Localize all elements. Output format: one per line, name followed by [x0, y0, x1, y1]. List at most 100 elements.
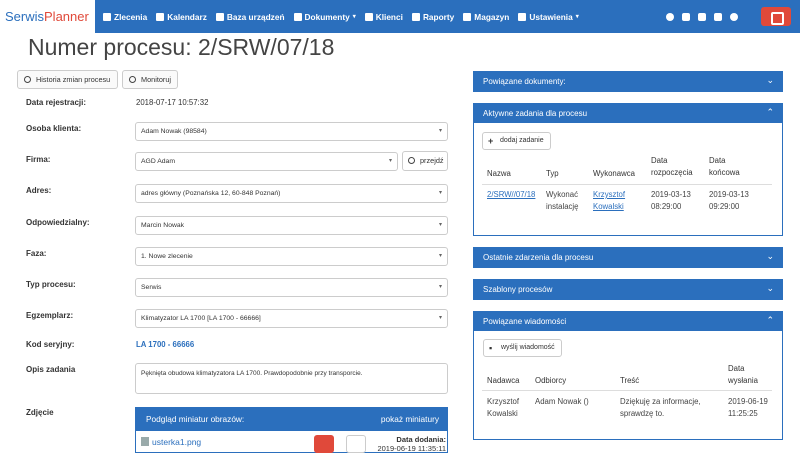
- nav-item-raporty[interactable]: Raporty: [411, 12, 454, 22]
- nav-label: Ustawienia: [529, 11, 573, 22]
- chevron-down-icon: ▾: [438, 315, 442, 321]
- chevron-down-icon: ▾: [388, 158, 392, 164]
- column-header-sent-date: Data wysłania: [728, 364, 758, 385]
- nav-label: Magazyn: [474, 11, 510, 22]
- panel-title: Aktywne zadania dla procesu: [483, 109, 588, 118]
- panel-title: Ostatnie zdarzenia dla procesu: [483, 253, 594, 262]
- chevron-down-icon: ▾: [575, 14, 579, 20]
- column-header-recipients: Odbiorcy: [535, 376, 567, 385]
- chat-icon[interactable]: [682, 12, 690, 21]
- registration-label: Data rejestracji:: [26, 98, 87, 107]
- gear-icon: [518, 12, 527, 21]
- clipboard-icon[interactable]: [698, 12, 706, 21]
- chevron-down-icon: ⌄: [766, 75, 774, 85]
- client-person-select[interactable]: Adam Nowak (98584) ▾: [135, 122, 448, 141]
- nav-item-dokumenty[interactable]: Dokumenty ▾: [293, 11, 356, 22]
- panel-title: Powiązane dokumenty:: [483, 77, 566, 86]
- item-select[interactable]: Klimatyzator LA 1700 [LA 1700 - 66666] ▾: [135, 309, 448, 328]
- main-menu: Zlecenia Kalendarz Baza urządzeń Dokumen…: [103, 0, 588, 33]
- thumbnail-header-title: Podgląd miniatur obrazów:: [146, 414, 245, 424]
- item-value: Klimatyzator LA 1700 [LA 1700 - 66666]: [141, 315, 261, 322]
- task-end: 2019-03-13 09:29:00: [709, 189, 749, 213]
- download-attachment-button[interactable]: [346, 435, 366, 453]
- calendar-icon: [156, 12, 165, 21]
- recent-events-header[interactable]: Ostatnie zdarzenia dla procesu ⌄: [474, 248, 782, 267]
- process-templates-header[interactable]: Szablony procesów ⌄: [474, 280, 782, 299]
- task-end-time: 09:29:00: [709, 202, 740, 211]
- task-start: 2019-03-13 08:29:00: [651, 189, 691, 213]
- brand-name-part2: Planner: [44, 9, 89, 24]
- warehouse-icon: [463, 12, 472, 21]
- search-icon[interactable]: [666, 12, 674, 21]
- send-message-button[interactable]: ▪ wyślij wiadomość: [483, 339, 562, 357]
- address-select[interactable]: adres główny (Poznańska 12, 60-848 Pozna…: [135, 184, 448, 203]
- related-documents-panel: Powiązane dokumenty: ⌄: [473, 71, 783, 92]
- nav-label: Kalendarz: [167, 11, 207, 22]
- nav-label: Zlecenia: [114, 11, 148, 22]
- brand-name-part1: Serwis: [5, 9, 45, 24]
- task-desc-textarea[interactable]: Pęknięta obudowa klimatyzatora LA 1700. …: [135, 363, 448, 394]
- photo-label: Zdjęcie: [26, 408, 54, 417]
- show-thumbnails-link[interactable]: pokaż miniatury: [381, 408, 439, 431]
- responsible-label: Odpowiedzialny:: [26, 218, 90, 227]
- nav-label: Dokumenty: [304, 11, 350, 22]
- nav-item-baza-urzadzen[interactable]: Baza urządzeń: [215, 12, 285, 22]
- nav-item-ustawienia[interactable]: Ustawienia ▾: [518, 11, 579, 22]
- client-person-label: Osoba klienta:: [26, 124, 82, 133]
- delete-attachment-button[interactable]: [314, 435, 334, 453]
- list-icon: [103, 12, 111, 21]
- eye-icon: [129, 76, 136, 83]
- watch-button[interactable]: Monitoruj: [122, 70, 178, 89]
- task-start-date: 2019-03-13: [651, 190, 691, 199]
- message-recipients: Adam Nowak (): [535, 397, 589, 406]
- company-select[interactable]: AGD Adam ▾: [135, 152, 398, 171]
- history-icon: [24, 76, 31, 83]
- task-assignee[interactable]: Krzysztof Kowalski: [593, 190, 625, 211]
- attachment-link[interactable]: usterka1.png: [141, 437, 201, 447]
- task-start-time: 08:29:00: [651, 202, 682, 211]
- nav-label: Klienci: [375, 11, 403, 22]
- nav-item-klienci[interactable]: Klienci: [364, 11, 403, 22]
- history-button-label: Historia zmian procesu: [36, 75, 111, 84]
- table-divider: [482, 184, 772, 185]
- phase-select[interactable]: 1. Nowe zlecenie ▾: [135, 247, 448, 266]
- search-icon: [408, 157, 415, 164]
- client-person-value: Adam Nowak (98584): [141, 128, 207, 135]
- process-type-label: Typ procesu:: [26, 280, 76, 289]
- brand-logo[interactable]: SerwisPlanner: [0, 0, 95, 33]
- message-content: Dziękuję za informacje, sprawdzę to.: [620, 397, 701, 418]
- chat-icon: ▪: [489, 343, 493, 353]
- chevron-down-icon: ▾: [438, 284, 442, 290]
- chevron-down-icon: ▾: [352, 14, 356, 20]
- task-assignee-link[interactable]: Krzysztof Kowalski: [593, 189, 641, 213]
- nav-item-zlecenia[interactable]: Zlecenia: [103, 12, 147, 22]
- task-name[interactable]: 2/SRW//07/18: [487, 190, 535, 199]
- panel-title: Szablony procesów: [483, 285, 553, 294]
- add-task-label: dodaj zadanie: [500, 137, 544, 144]
- goto-company-button[interactable]: przejdź: [402, 151, 448, 171]
- company-label: Firma:: [26, 155, 51, 164]
- chevron-down-icon: ⌄: [766, 283, 774, 293]
- goto-label: przejdź: [420, 156, 444, 165]
- responsible-select[interactable]: Marcin Nowak ▾: [135, 216, 448, 235]
- related-messages-header[interactable]: Powiązane wiadomości ⌃: [474, 312, 782, 331]
- related-documents-header[interactable]: Powiązane dokumenty: ⌄: [474, 72, 782, 91]
- address-value: adres główny (Poznańska 12, 60-848 Pozna…: [141, 190, 281, 197]
- nav-utility-icons: [666, 0, 746, 33]
- recent-events-panel: Ostatnie zdarzenia dla procesu ⌄: [473, 247, 783, 268]
- active-tasks-header[interactable]: Aktywne zadania dla procesu ⌃: [474, 104, 782, 123]
- notifications-icon[interactable]: [714, 12, 722, 21]
- serial-link[interactable]: LA 1700 - 66666: [136, 340, 194, 349]
- task-name-link[interactable]: 2/SRW//07/18: [487, 189, 535, 201]
- nav-item-magazyn[interactable]: Magazyn: [463, 12, 509, 22]
- logout-button[interactable]: [761, 7, 791, 26]
- database-icon: [215, 12, 224, 21]
- history-button[interactable]: Historia zmian procesu: [17, 70, 118, 89]
- nav-item-kalendarz[interactable]: Kalendarz: [156, 12, 207, 22]
- add-task-button[interactable]: + dodaj zadanie: [482, 132, 551, 150]
- profile-icon[interactable]: [730, 12, 738, 21]
- process-type-select[interactable]: Serwis ▾: [135, 278, 448, 297]
- image-file-icon: [141, 437, 149, 446]
- company-value: AGD Adam: [141, 158, 175, 165]
- date-added-label: Data dodania:: [396, 435, 446, 444]
